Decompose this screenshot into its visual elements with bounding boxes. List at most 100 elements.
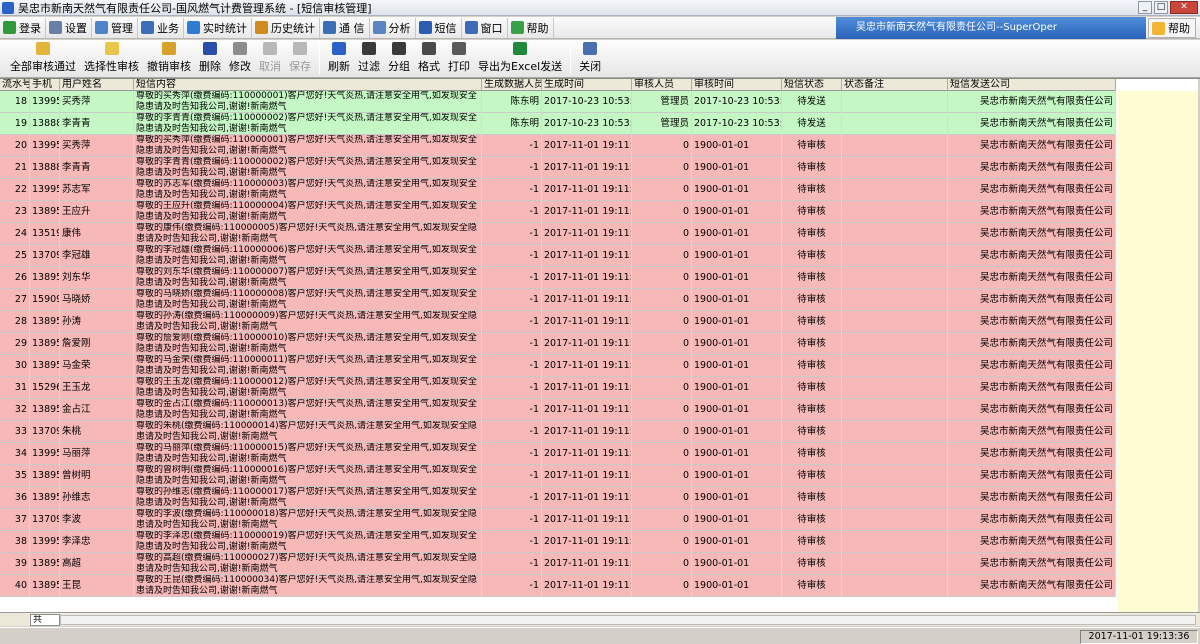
cell-phone: 138952 bbox=[30, 575, 60, 597]
toolbar-button-11[interactable]: 打印 bbox=[444, 41, 474, 77]
toolbar-button-10[interactable]: 格式 bbox=[414, 41, 444, 77]
cell-note bbox=[842, 553, 948, 575]
cell-id: 32 bbox=[0, 399, 30, 421]
table-row[interactable]: 34139953马丽萍尊敬的马丽萍(缴费编码:110000015)客户您好!天气… bbox=[0, 443, 1116, 465]
table-row[interactable]: 21138888李青青尊敬的李青青(缴费编码:110000002)客户您好!天气… bbox=[0, 157, 1116, 179]
cell-company: 吴忠市新南天然气有限责任公司 bbox=[948, 179, 1116, 201]
cell-status: 待审核 bbox=[782, 157, 842, 179]
table-row[interactable]: 33137095朱桃尊敬的朱桃(缴费编码:110000014)客户您好!天气炎热… bbox=[0, 421, 1116, 443]
toolbar-button-12[interactable]: 导出为Excel发送 bbox=[474, 41, 566, 77]
cell-phone: 138955 bbox=[30, 267, 60, 289]
toolbar-button-0[interactable]: 全部审核通过 bbox=[6, 41, 80, 77]
menu-item-8[interactable]: 短信 bbox=[416, 17, 462, 38]
table-row[interactable]: 32138955金占江尊敬的金占江(缴费编码:110000013)客户您好!天气… bbox=[0, 399, 1116, 421]
menu-item-label: 设置 bbox=[65, 21, 87, 35]
cell-id: 24 bbox=[0, 223, 30, 245]
toolbar-button-7[interactable]: 刷新 bbox=[324, 41, 354, 77]
approve-all-icon bbox=[36, 42, 50, 55]
cell-status: 待审核 bbox=[782, 399, 842, 421]
table-row[interactable]: 30138954马金荣尊敬的马金荣(缴费编码:110000011)客户您好!天气… bbox=[0, 355, 1116, 377]
toolbar-button-4[interactable]: 修改 bbox=[225, 41, 255, 77]
menu-item-3[interactable]: 业务 bbox=[138, 17, 184, 38]
cell-company: 吴忠市新南天然气有限责任公司 bbox=[948, 289, 1116, 311]
cell-created: 2017-11-01 19:11:49 bbox=[542, 377, 632, 399]
column-header-status[interactable]: 短信状态 bbox=[782, 79, 842, 91]
cell-id: 23 bbox=[0, 201, 30, 223]
close-window-icon bbox=[583, 42, 598, 55]
cell-company: 吴忠市新南天然气有限责任公司 bbox=[948, 575, 1116, 597]
column-header-id[interactable]: 流水号 bbox=[0, 79, 30, 91]
table-row[interactable]: 18139950买秀萍尊敬的买秀萍(缴费编码:110000001)客户您好!天气… bbox=[0, 91, 1116, 113]
table-row[interactable]: 29138955詹爱刚尊敬的詹爱刚(缴费编码:110000010)客户您好!天气… bbox=[0, 333, 1116, 355]
cell-company: 吴忠市新南天然气有限责任公司 bbox=[948, 443, 1116, 465]
cell-audit_time: 1900-01-01 bbox=[692, 399, 782, 421]
menu-item-1[interactable]: 设置 bbox=[46, 17, 92, 38]
toolbar-button-2[interactable]: 撤销审核 bbox=[143, 41, 195, 77]
table-row[interactable]: 25137095李冠雄尊敬的李冠雄(缴费编码:110000006)客户您好!天气… bbox=[0, 245, 1116, 267]
column-header-name[interactable]: 用户姓名 bbox=[60, 79, 134, 91]
toolbar-button-8[interactable]: 过滤 bbox=[354, 41, 384, 77]
column-header-note[interactable]: 状态备注 bbox=[842, 79, 948, 91]
menu-item-0[interactable]: 登录 bbox=[0, 17, 46, 38]
menu-item-label: 管理 bbox=[111, 21, 133, 35]
column-header-created[interactable]: 生成时间 bbox=[542, 79, 632, 91]
table-row[interactable]: 26138955刘东华尊敬的刘东华(缴费编码:110000007)客户您好!天气… bbox=[0, 267, 1116, 289]
column-header-audit_time[interactable]: 审核时间 bbox=[692, 79, 782, 91]
table-row[interactable]: 31152969王玉龙尊敬的王玉龙(缴费编码:110000012)客户您好!天气… bbox=[0, 377, 1116, 399]
menu-item-9[interactable]: 窗口 bbox=[462, 17, 508, 38]
table-row[interactable]: 40138952王昆尊敬的王昆(缴费编码:110000034)客户您好!天气炎热… bbox=[0, 575, 1116, 597]
toolbar-button-5[interactable]: 取消 bbox=[255, 41, 285, 77]
table-row[interactable]: 39138952高超尊敬的高超(缴费编码:110000027)客户您好!天气炎热… bbox=[0, 553, 1116, 575]
grid-footer: 共1,46 bbox=[0, 612, 1200, 626]
table-row[interactable]: 28138955孙涛尊敬的孙涛(缴费编码:110000009)客户您好!天气炎热… bbox=[0, 311, 1116, 333]
table-row[interactable]: 36138952孙维志尊敬的孙维志(缴费编码:110000017)客户您好!天气… bbox=[0, 487, 1116, 509]
toolbar-button-9[interactable]: 分组 bbox=[384, 41, 414, 77]
toolbar-button-3[interactable]: 删除 bbox=[195, 41, 225, 77]
toolbar-button-13[interactable]: 关闭 bbox=[575, 41, 605, 77]
help-button-right[interactable]: 帮助 bbox=[1148, 18, 1196, 38]
table-row[interactable]: 27159095马晓娇尊敬的马晓娇(缴费编码:110000008)客户您好!天气… bbox=[0, 289, 1116, 311]
table-row[interactable]: 37137095李波尊敬的李波(缴费编码:110000018)客户您好!天气炎热… bbox=[0, 509, 1116, 531]
cell-auditor: 0 bbox=[632, 575, 692, 597]
table-row[interactable]: 22139953苏志军尊敬的苏志军(缴费编码:110000003)客户您好!天气… bbox=[0, 179, 1116, 201]
cell-note bbox=[842, 289, 948, 311]
main-menu-bar: 登录 设置 管理 业务 实时统计 历史统计 通 信 分析 短信 窗口 帮助 吴忠市新南天然气有限责任公… bbox=[0, 17, 1200, 39]
settings-icon bbox=[49, 21, 62, 34]
cell-created: 2017-11-01 19:11:49 bbox=[542, 443, 632, 465]
cell-id: 36 bbox=[0, 487, 30, 509]
menu-item-7[interactable]: 分析 bbox=[370, 17, 416, 38]
cell-audit_time: 1900-01-01 bbox=[692, 465, 782, 487]
table-row[interactable]: 35138952曾树明尊敬的曾树明(缴费编码:110000016)客户您好!天气… bbox=[0, 465, 1116, 487]
column-header-phone[interactable]: 手机 bbox=[30, 79, 60, 91]
column-header-content[interactable]: 短信内容 bbox=[134, 79, 482, 91]
toolbar-button-1[interactable]: 选择性审核 bbox=[80, 41, 143, 77]
column-header-company[interactable]: 短信发送公司 bbox=[948, 79, 1116, 91]
column-header-creator[interactable]: 生成数据人员 bbox=[482, 79, 542, 91]
table-row[interactable]: 38139952李泽忠尊敬的李泽忠(缴费编码:110000019)客户您好!天气… bbox=[0, 531, 1116, 553]
cell-content: 尊敬的苏志军(缴费编码:110000003)客户您好!天气炎热,请注意安全用气,… bbox=[134, 179, 482, 201]
cell-note bbox=[842, 399, 948, 421]
menu-item-5[interactable]: 历史统计 bbox=[252, 17, 320, 38]
minimize-icon[interactable]: _ bbox=[1138, 1, 1152, 14]
cell-auditor: 0 bbox=[632, 179, 692, 201]
menu-item-4[interactable]: 实时统计 bbox=[184, 17, 252, 38]
maximize-icon[interactable]: □ bbox=[1154, 1, 1168, 14]
menu-item-6[interactable]: 通 信 bbox=[320, 17, 370, 38]
cell-creator: -1 bbox=[482, 245, 542, 267]
cell-created: 2017-11-01 19:11:49 bbox=[542, 267, 632, 289]
cell-status: 待审核 bbox=[782, 553, 842, 575]
cell-creator: -1 bbox=[482, 465, 542, 487]
close-icon[interactable]: ✕ bbox=[1170, 1, 1198, 14]
cell-id: 26 bbox=[0, 267, 30, 289]
horizontal-scrollbar[interactable] bbox=[60, 615, 1196, 625]
table-row[interactable]: 24135195康伟尊敬的康伟(缴费编码:110000005)客户您好!天气炎热… bbox=[0, 223, 1116, 245]
grid-rows: 18139950买秀萍尊敬的买秀萍(缴费编码:110000001)客户您好!天气… bbox=[0, 91, 1116, 597]
table-row[interactable]: 20139950买秀萍尊敬的买秀萍(缴费编码:110000001)客户您好!天气… bbox=[0, 135, 1116, 157]
menu-item-10[interactable]: 帮助 bbox=[508, 17, 554, 38]
column-header-auditor[interactable]: 审核人员 bbox=[632, 79, 692, 91]
cell-auditor: 0 bbox=[632, 377, 692, 399]
table-row[interactable]: 19138888李青青尊敬的李青青(缴费编码:110000002)客户您好!天气… bbox=[0, 113, 1116, 135]
toolbar-button-6[interactable]: 保存 bbox=[285, 41, 315, 77]
menu-item-2[interactable]: 管理 bbox=[92, 17, 138, 38]
table-row[interactable]: 23138955王应升尊敬的王应升(缴费编码:110000004)客户您好!天气… bbox=[0, 201, 1116, 223]
